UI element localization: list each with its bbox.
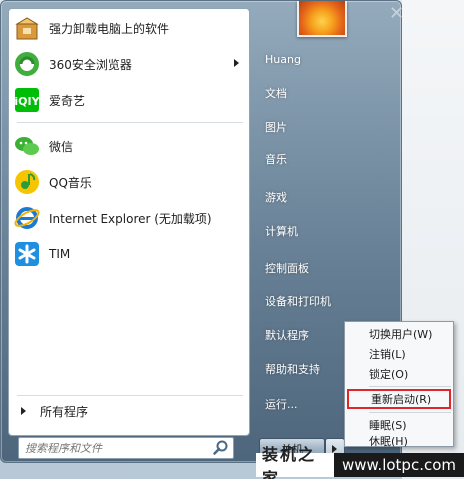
divider <box>17 122 243 123</box>
chevron-right-icon <box>21 407 26 415</box>
all-programs-button[interactable]: 所有程序 <box>15 401 245 421</box>
divider <box>369 386 451 387</box>
program-item-wechat[interactable]: 微信 <box>13 129 245 163</box>
program-item-tim[interactable]: TIM <box>13 237 245 271</box>
search-input[interactable] <box>19 439 212 457</box>
right-item-documents[interactable]: 文档 <box>257 81 397 105</box>
menu-item-hibernate[interactable]: 休眠(H) <box>347 434 451 448</box>
program-item-iqiyi[interactable]: iQIY 爱奇艺 <box>13 83 245 117</box>
right-item-label: 文档 <box>265 87 287 100</box>
right-item-games[interactable]: 游戏 <box>257 185 397 209</box>
program-label: 微信 <box>49 139 74 154</box>
right-item-label: 设备和打印机 <box>265 295 331 308</box>
site-watermark: 装机之家 www.lotpc.com <box>256 445 464 479</box>
close-icon: ✕ <box>389 3 405 24</box>
right-item-label: 默认程序 <box>265 329 309 342</box>
search-box[interactable] <box>18 437 234 459</box>
program-label: Internet Explorer (无加载项) <box>49 211 212 226</box>
right-item-label: 计算机 <box>265 225 298 238</box>
search-icon[interactable] <box>212 439 230 457</box>
tim-icon <box>15 242 39 266</box>
watermark-url: www.lotpc.com <box>334 453 464 477</box>
right-item-label: 游戏 <box>265 191 287 204</box>
right-item-label: 运行... <box>265 398 298 411</box>
program-list-pane: 强力卸载电脑上的软件 360安全浏览器 iQIY 爱奇艺 微信 QQ音乐 Int… <box>8 8 250 436</box>
right-item-user[interactable]: Huang <box>257 47 397 71</box>
watermark-brand: 装机之家 <box>256 445 334 479</box>
right-item-label: 音乐 <box>265 153 287 166</box>
menu-item-restart[interactable]: 重新启动(R) <box>347 389 451 409</box>
right-item-pictures[interactable]: 图片 <box>257 115 397 139</box>
all-programs-label: 所有程序 <box>40 404 89 419</box>
divider <box>17 395 243 396</box>
program-label: 360安全浏览器 <box>49 57 132 72</box>
submenu-arrow-icon[interactable] <box>234 59 239 67</box>
right-item-label: Huang <box>265 52 301 66</box>
start-menu: 强力卸载电脑上的软件 360安全浏览器 iQIY 爱奇艺 微信 QQ音乐 Int… <box>0 0 405 463</box>
right-item-music[interactable]: 音乐 <box>257 147 397 171</box>
internet-explorer-icon <box>14 207 40 229</box>
menu-item-label: 注销(L) <box>369 348 406 361</box>
360-browser-icon <box>15 52 39 76</box>
right-item-control-panel[interactable]: 控制面板 <box>257 256 397 280</box>
right-item-label: 帮助和支持 <box>265 363 320 376</box>
user-avatar[interactable] <box>297 1 347 37</box>
program-item-internet-explorer[interactable]: Internet Explorer (无加载项) <box>13 201 245 235</box>
menu-item-label: 锁定(O) <box>369 368 409 381</box>
svg-text:iQIY: iQIY <box>14 95 40 108</box>
menu-item-switch-user[interactable]: 切换用户(W) <box>347 324 451 344</box>
right-item-computer[interactable]: 计算机 <box>257 219 397 243</box>
program-item-uninstaller[interactable]: 强力卸载电脑上的软件 <box>13 11 245 45</box>
iqiyi-icon: iQIY <box>14 88 41 112</box>
qq-music-icon <box>15 170 39 194</box>
program-label: QQ音乐 <box>49 175 92 190</box>
program-label: TIM <box>49 247 71 261</box>
divider <box>369 412 451 413</box>
program-label: 强力卸载电脑上的软件 <box>49 21 170 36</box>
menu-item-label: 切换用户(W) <box>369 328 433 341</box>
wechat-icon <box>15 137 39 155</box>
program-item-360-browser[interactable]: 360安全浏览器 <box>13 47 245 81</box>
right-item-label: 控制面板 <box>265 262 309 275</box>
menu-item-sleep[interactable]: 睡眠(S) <box>347 415 451 435</box>
menu-item-lock[interactable]: 锁定(O) <box>347 364 451 384</box>
uninstall-box-icon <box>15 17 39 40</box>
menu-item-label: 休眠(H) <box>369 435 408 448</box>
program-item-qq-music[interactable]: QQ音乐 <box>13 165 245 199</box>
right-item-devices-printers[interactable]: 设备和打印机 <box>257 289 397 313</box>
program-label: 爱奇艺 <box>49 93 86 108</box>
menu-item-label: 重新启动(R) <box>371 393 432 406</box>
menu-item-label: 睡眠(S) <box>369 419 407 432</box>
menu-item-log-off[interactable]: 注销(L) <box>347 344 451 364</box>
power-options-menu: 切换用户(W) 注销(L) 锁定(O) 重新启动(R) 睡眠(S) 休眠(H) <box>344 321 454 448</box>
right-item-label: 图片 <box>265 121 287 134</box>
